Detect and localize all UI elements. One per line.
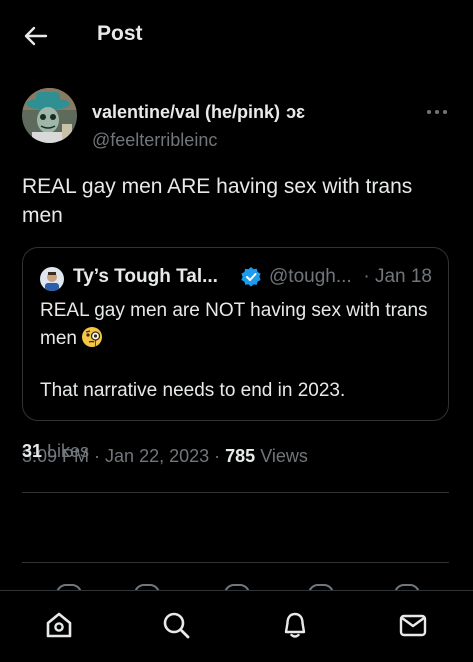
views-label: Views — [255, 446, 308, 466]
post-text: REAL gay men ARE having sex with trans m… — [22, 175, 413, 227]
author-name-text: valentine/val (he/pink) — [92, 102, 281, 122]
messages-icon — [399, 614, 427, 637]
divider — [22, 492, 449, 493]
verified-badge-icon — [241, 267, 261, 287]
arrow-left-icon — [24, 26, 48, 46]
nav-notifications[interactable] — [277, 607, 313, 643]
nav-search[interactable] — [158, 607, 194, 643]
nav-messages[interactable] — [395, 607, 431, 643]
more-options-button[interactable] — [422, 104, 452, 120]
avatar-image — [22, 88, 77, 143]
likes-count: 31 — [22, 441, 43, 461]
author-handle[interactable]: @feelterribleinc — [92, 130, 217, 151]
notifications-icon — [284, 612, 306, 638]
quoted-line-2: That narrative needs to end in 2023. — [40, 380, 346, 401]
quoted-author-handle: @tough... — [269, 266, 352, 287]
quoted-date: · Jan 18 — [363, 266, 432, 287]
views-count: 785 — [225, 446, 256, 466]
author-name-emoji: ɔɛ — [286, 102, 306, 122]
home-icon — [46, 612, 72, 638]
meta-separator: · — [89, 446, 106, 466]
quoted-author-name: Ty’s Tough Tal... — [73, 266, 218, 287]
avatar[interactable] — [22, 88, 77, 143]
quoted-post[interactable]: Ty’s Tough Tal... @tough... · Jan 18 REA… — [22, 247, 449, 421]
likes-link[interactable]: 31 Likes — [22, 441, 89, 462]
quoted-text: REAL gay men are NOT having sex with tra… — [40, 297, 435, 405]
more-icon — [427, 110, 447, 114]
back-button[interactable] — [18, 21, 54, 51]
bottom-nav — [0, 590, 473, 662]
quoted-avatar-image — [40, 267, 64, 291]
post-date[interactable]: Jan 22, 2023 — [105, 446, 209, 466]
divider — [22, 562, 449, 563]
quoted-avatar — [40, 267, 64, 291]
nav-home[interactable] — [41, 607, 77, 643]
meta-separator: · — [209, 446, 226, 466]
page-title: Post — [97, 22, 143, 45]
search-icon — [163, 612, 190, 639]
face-with-monocle-icon — [81, 327, 102, 347]
likes-label: Likes — [42, 441, 90, 461]
top-bar: Post — [0, 0, 473, 70]
author-row: valentine/val (he/pink) ɔɛ @feelterriblei… — [22, 88, 452, 151]
author-name[interactable]: valentine/val (he/pink) ɔɛ — [92, 102, 305, 123]
